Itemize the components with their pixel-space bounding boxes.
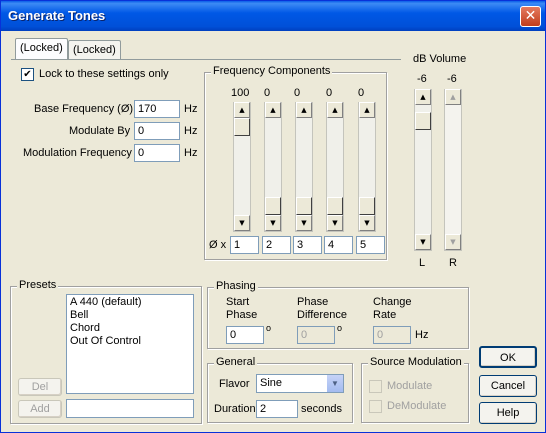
source-modulation-title: Source Modulation xyxy=(368,356,464,368)
preset-name-input[interactable] xyxy=(66,399,194,418)
chevron-down-icon[interactable]: ▼ xyxy=(326,375,343,392)
flavor-label: Flavor xyxy=(219,378,250,390)
presets-title: Presets xyxy=(17,279,59,291)
slider-5-level: 0 xyxy=(358,87,365,99)
modulation-frequency-label: Modulation Frequency xyxy=(23,147,132,159)
slider-1-level: 100 xyxy=(231,87,250,99)
slider-down-icon[interactable]: ▼ xyxy=(234,215,250,231)
volume-slider-right[interactable] xyxy=(444,89,462,251)
base-frequency-label: Base Frequency (Ø) xyxy=(34,103,134,115)
volume-down-icon[interactable]: ▼ xyxy=(415,234,431,250)
slider-up-icon[interactable]: ▲ xyxy=(296,102,312,118)
multiplier-input-2[interactable]: 2 xyxy=(262,236,291,254)
cancel-button[interactable]: Cancel xyxy=(479,375,537,397)
multiplier-input-1[interactable]: 1 xyxy=(230,236,259,254)
volume-left-label: L xyxy=(419,257,426,269)
phase-difference-label-line1: Phase xyxy=(297,296,329,308)
volume-right-level: -6 xyxy=(447,73,457,85)
slider-thumb[interactable] xyxy=(234,118,250,136)
modulate-by-input[interactable]: 0 xyxy=(134,122,180,140)
start-phase-input[interactable]: 0 xyxy=(226,326,264,344)
base-frequency-unit: Hz xyxy=(184,103,198,115)
change-rate-unit: Hz xyxy=(415,329,429,341)
change-rate-label-line1: Change xyxy=(373,296,412,308)
volume-right-label: R xyxy=(449,257,457,269)
modulation-frequency-input[interactable]: 0 xyxy=(134,144,180,162)
phasing-title: Phasing xyxy=(214,280,258,292)
list-item[interactable]: A 440 (default) xyxy=(70,296,190,309)
lock-label: Lock to these settings only xyxy=(39,68,169,80)
demodulate-label: DeModulate xyxy=(387,400,447,412)
phase-difference-unit: o xyxy=(337,323,343,333)
slider-up-icon[interactable]: ▲ xyxy=(265,102,281,118)
list-item[interactable]: Out Of Control xyxy=(70,335,190,348)
slider-down-icon[interactable]: ▼ xyxy=(296,215,312,231)
volume-thumb[interactable] xyxy=(415,112,431,130)
modulate-by-unit: Hz xyxy=(184,125,198,137)
slider-up-icon[interactable]: ▲ xyxy=(359,102,375,118)
window-title: Generate Tones xyxy=(8,8,106,23)
list-item[interactable]: Chord xyxy=(70,322,190,335)
help-button[interactable]: Help xyxy=(479,402,537,424)
tab-locked-1[interactable]: (Locked) xyxy=(15,38,68,60)
close-button[interactable]: ✕ xyxy=(520,6,541,27)
slider-thumb[interactable] xyxy=(359,197,375,215)
base-frequency-input[interactable]: 170 xyxy=(134,100,180,118)
duration-input[interactable]: 2 xyxy=(256,400,298,418)
generate-tones-dialog: Generate Tones ✕ (Locked) (Locked) ✔ Loc… xyxy=(0,0,546,433)
source-modulation-group: Source Modulation xyxy=(361,356,469,423)
flavor-select[interactable]: Sine ▼ xyxy=(256,374,344,393)
frequency-components-title: Frequency Components xyxy=(211,65,333,77)
multiplier-label: Ø x xyxy=(209,239,227,251)
phase-difference-label-line2: Difference xyxy=(297,309,347,321)
multiplier-input-5[interactable]: 5 xyxy=(356,236,385,254)
start-phase-unit: o xyxy=(266,323,272,333)
list-item[interactable]: Bell xyxy=(70,309,190,322)
delete-preset-button[interactable]: Del xyxy=(18,378,62,396)
start-phase-label-line1: Start xyxy=(226,296,250,308)
slider-thumb[interactable] xyxy=(265,197,281,215)
volume-down-icon[interactable]: ▼ xyxy=(445,234,461,250)
demodulate-checkbox[interactable] xyxy=(369,400,382,413)
slider-down-icon[interactable]: ▼ xyxy=(327,215,343,231)
general-title: General xyxy=(214,356,258,368)
presets-list[interactable]: A 440 (default) Bell Chord Out Of Contro… xyxy=(66,294,194,394)
tab-panel-divider xyxy=(11,59,401,60)
slider-up-icon[interactable]: ▲ xyxy=(327,102,343,118)
start-phase-label-line2: Phase xyxy=(226,309,258,321)
volume-left-level: -6 xyxy=(417,73,427,85)
tab-locked-2[interactable]: (Locked) xyxy=(68,40,121,60)
slider-thumb[interactable] xyxy=(296,197,312,215)
volume-up-icon[interactable]: ▲ xyxy=(415,89,431,105)
slider-thumb[interactable] xyxy=(327,197,343,215)
modulate-checkbox[interactable] xyxy=(369,380,382,393)
ok-button[interactable]: OK xyxy=(479,346,537,368)
multiplier-input-3[interactable]: 3 xyxy=(293,236,322,254)
check-icon: ✔ xyxy=(23,69,32,80)
slider-down-icon[interactable]: ▼ xyxy=(359,215,375,231)
title-bar[interactable]: Generate Tones ✕ xyxy=(1,1,545,31)
change-rate-label-line2: Rate xyxy=(373,309,397,321)
change-rate-input[interactable]: 0 xyxy=(373,326,411,344)
volume-title: dB Volume xyxy=(413,53,467,65)
flavor-value: Sine xyxy=(260,377,283,389)
slider-up-icon[interactable]: ▲ xyxy=(234,102,250,118)
slider-2-level: 0 xyxy=(264,87,271,99)
add-preset-button[interactable]: Add xyxy=(18,400,62,418)
slider-4-level: 0 xyxy=(326,87,333,99)
close-icon: ✕ xyxy=(524,8,537,24)
duration-unit: seconds xyxy=(301,403,342,415)
lock-checkbox[interactable]: ✔ xyxy=(21,68,34,81)
slider-down-icon[interactable]: ▼ xyxy=(265,215,281,231)
slider-3-level: 0 xyxy=(294,87,301,99)
tab-label: (Locked) xyxy=(20,42,63,54)
modulate-label: Modulate xyxy=(387,380,433,392)
multiplier-input-4[interactable]: 4 xyxy=(324,236,353,254)
modulation-frequency-unit: Hz xyxy=(184,147,198,159)
duration-label: Duration xyxy=(214,403,256,415)
modulate-by-label: Modulate By xyxy=(69,125,131,137)
volume-up-icon[interactable]: ▲ xyxy=(445,89,461,105)
tab-label: (Locked) xyxy=(73,44,116,56)
phase-difference-input[interactable]: 0 xyxy=(297,326,335,344)
